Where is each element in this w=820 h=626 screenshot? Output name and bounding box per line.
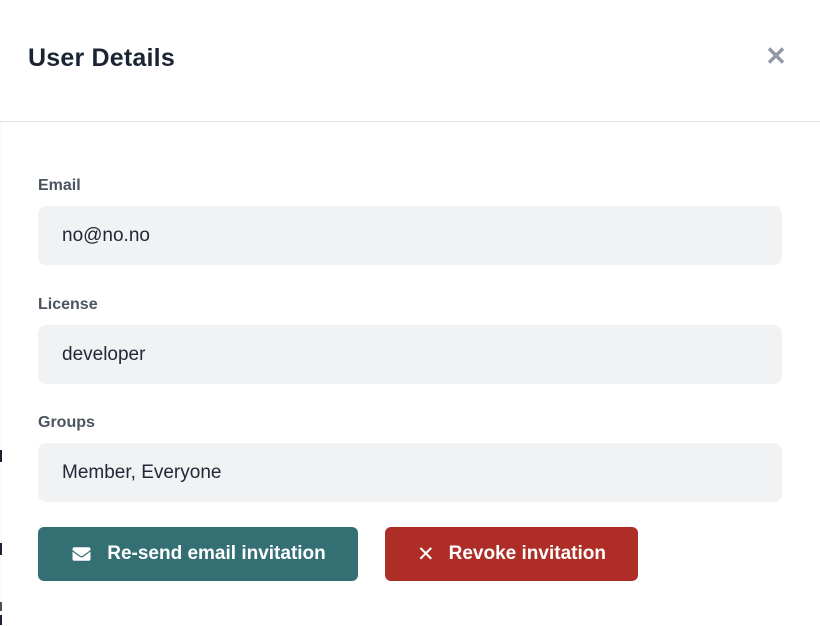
close-icon: ✕ xyxy=(765,43,787,69)
background-text-fragment xyxy=(0,602,2,611)
resend-button-label: Re-send email invitation xyxy=(107,543,326,565)
license-value: developer xyxy=(62,344,145,366)
background-text-fragment xyxy=(0,543,2,555)
license-label: License xyxy=(38,296,98,314)
groups-field[interactable]: Member, Everyone xyxy=(38,443,782,502)
email-field[interactable]: no@no.no xyxy=(38,206,782,265)
modal-header: User Details ✕ xyxy=(0,0,820,121)
resend-email-invitation-button[interactable]: Re-send email invitation xyxy=(38,527,358,581)
revoke-invitation-button[interactable]: ✕ Revoke invitation xyxy=(385,527,638,581)
x-icon: ✕ xyxy=(417,544,435,565)
groups-value: Member, Everyone xyxy=(62,462,221,484)
background-text-fragment xyxy=(0,615,2,625)
email-value: no@no.no xyxy=(62,225,150,247)
close-button[interactable]: ✕ xyxy=(758,38,794,74)
envelope-icon xyxy=(70,545,93,563)
header-divider xyxy=(0,121,820,122)
modal-title: User Details xyxy=(28,44,175,73)
email-label: Email xyxy=(38,177,81,195)
license-field[interactable]: developer xyxy=(38,325,782,384)
background-text-fragment xyxy=(0,450,2,462)
revoke-button-label: Revoke invitation xyxy=(449,543,606,565)
groups-label: Groups xyxy=(38,414,95,432)
